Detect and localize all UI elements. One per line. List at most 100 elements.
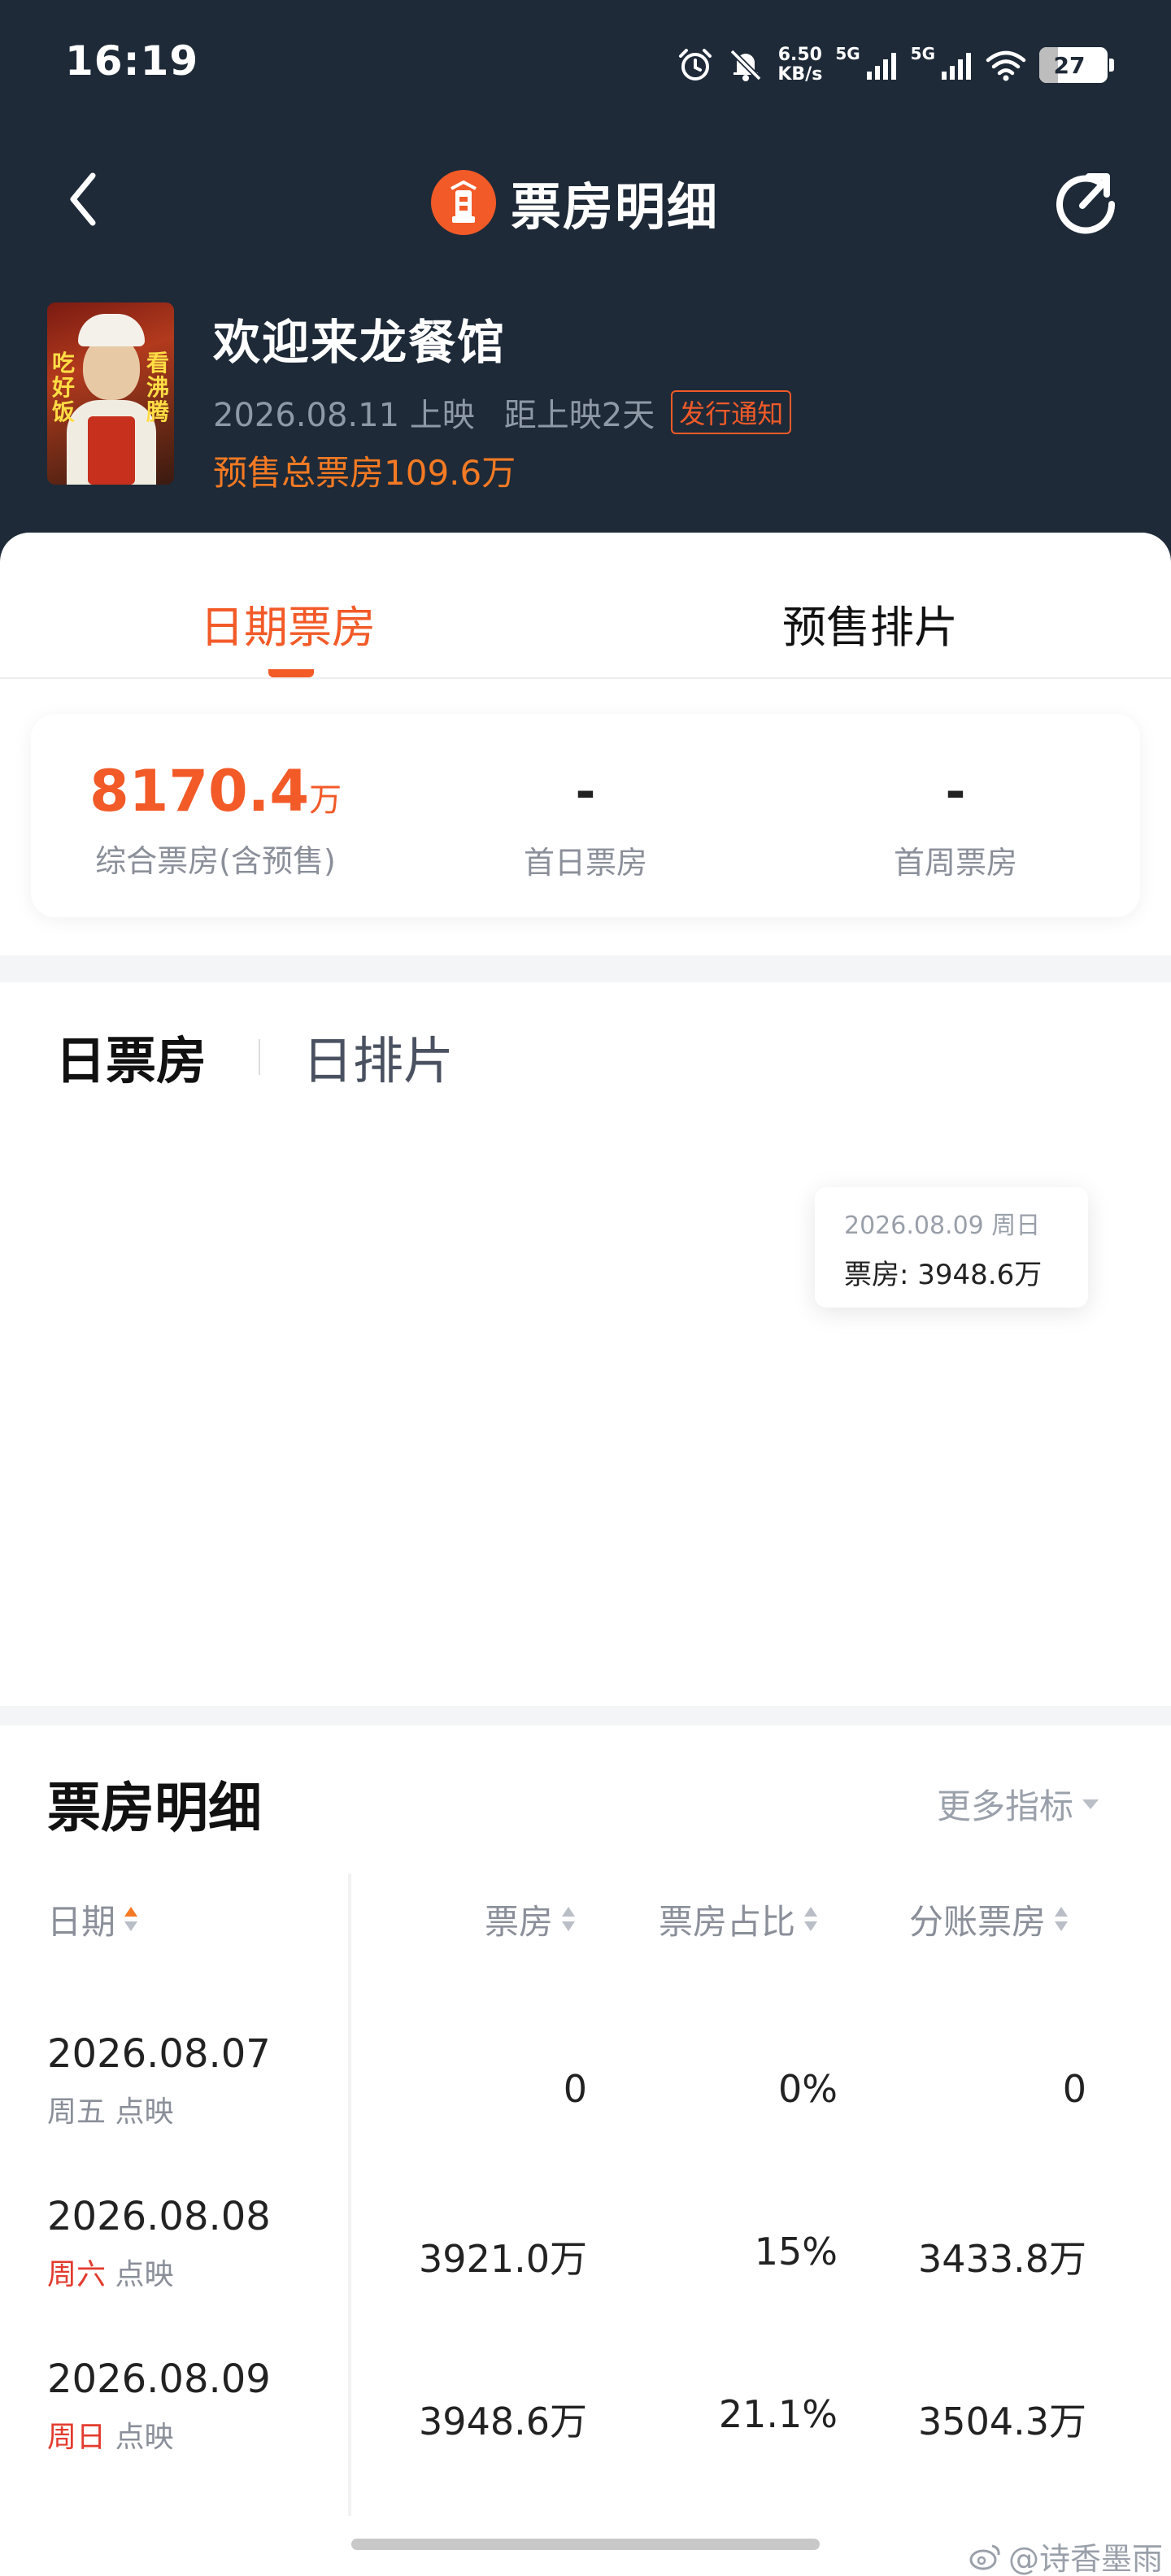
net-speed-unit: KB/s xyxy=(777,64,823,85)
net-speed-value: 6.50 xyxy=(777,45,822,65)
signal-icon xyxy=(940,49,973,81)
table-row[interactable]: 2026.08.07 周五 点映 0 0% 0 xyxy=(0,2031,1171,2194)
movie-poster[interactable]: 吃好饭 看沸腾 xyxy=(47,302,174,485)
app-logo-icon xyxy=(431,170,496,235)
row-split: 3433.8万 xyxy=(918,2237,1086,2281)
row-tag: 点映 xyxy=(115,2421,174,2454)
more-metrics-label: 更多指标 xyxy=(937,1786,1074,1826)
row-share: 0% xyxy=(778,2067,838,2111)
caret-down-icon xyxy=(1082,1799,1099,1809)
detail-card: 票房明细 更多指标 日期 票房 票房占比 分账票房 2026.08.07 周五 … xyxy=(0,1725,1171,2576)
poster-apron xyxy=(88,416,135,485)
sort-icon xyxy=(124,1904,138,1936)
release-date: 2026.08.11 上映 xyxy=(213,397,475,434)
row-box-office: 0 xyxy=(563,2067,587,2111)
total-box-office-value: 8170.4 xyxy=(89,758,310,825)
column-split-label: 分账票房 xyxy=(909,1902,1047,1942)
distribution-notice-badge[interactable]: 发行通知 xyxy=(671,390,792,434)
summary-first-day: - 首日票房 xyxy=(401,758,770,882)
poster-text-right: 看沸腾 xyxy=(146,350,170,425)
tab-daily-schedule[interactable]: 日排片 xyxy=(303,1020,454,1093)
sort-icon xyxy=(561,1904,576,1936)
weibo-icon xyxy=(969,2544,1000,2569)
total-box-office-unit: 万 xyxy=(309,781,342,819)
row-date: 2026.08.09 xyxy=(47,2356,271,2402)
first-day-label: 首日票房 xyxy=(523,845,647,881)
column-header-split[interactable]: 分账票房 xyxy=(909,1895,1069,1944)
row-box-office: 3921.0万 xyxy=(419,2237,587,2281)
mute-bell-icon xyxy=(727,46,764,84)
summary-total: 8170.4万 综合票房(含预售) xyxy=(31,758,400,881)
row-split: 0 xyxy=(1062,2067,1086,2111)
share-button[interactable] xyxy=(1049,166,1122,239)
first-week-label: 首周票房 xyxy=(893,845,1017,881)
home-indicator[interactable] xyxy=(351,2539,820,2550)
status-bar: 16:19 6.50 KB/s 5G 5G 27 xyxy=(0,0,1171,130)
daily-chart-card: 日票房 日排片 01000万2000万3000万4000万8.078.118.1… xyxy=(0,982,1171,1706)
column-header-share[interactable]: 票房占比 xyxy=(659,1895,818,1944)
page-title: 票房明细 xyxy=(511,177,720,237)
row-share: 15% xyxy=(754,2230,838,2274)
status-icons: 6.50 KB/s 5G 5G 27 xyxy=(677,41,1114,89)
total-box-office-label: 综合票房(含预售) xyxy=(95,843,336,879)
release-countdown: 距上映2天 xyxy=(503,397,655,434)
summary-card: 8170.4万 综合票房(含预售) - 首日票房 - 首周票房 xyxy=(31,714,1140,917)
more-metrics-button[interactable]: 更多指标 xyxy=(937,1779,1099,1829)
battery-tip xyxy=(1109,59,1114,72)
sort-icon xyxy=(1054,1904,1069,1936)
refresh-share-icon xyxy=(1056,173,1116,234)
row-weekday: 周五 xyxy=(47,2095,107,2129)
row-share: 21.1% xyxy=(718,2392,838,2436)
tab-daily-box-office[interactable]: 日票房 xyxy=(55,1020,207,1093)
column-date-label: 日期 xyxy=(47,1902,116,1942)
first-day-value: - xyxy=(575,764,596,820)
row-box-office: 3948.6万 xyxy=(419,2400,587,2443)
row-weekday-tag: 周日 点映 xyxy=(47,2413,173,2456)
row-tag: 点映 xyxy=(115,2095,174,2129)
movie-title: 欢迎来龙餐馆 xyxy=(213,315,507,370)
column-share-label: 票房占比 xyxy=(659,1902,796,1942)
first-week-value: - xyxy=(945,764,966,820)
table-row[interactable]: 2026.08.09 周日 点映 3948.6万 21.1% 3504.3万 xyxy=(0,2356,1171,2519)
column-box-office-label: 票房 xyxy=(485,1902,554,1942)
chart-tooltip: 2026.08.09 周日 票房: 3948.6万 xyxy=(815,1187,1088,1308)
poster-text-left: 吃好饭 xyxy=(52,350,76,425)
net-speed: 6.50 KB/s xyxy=(777,46,822,85)
battery-level: 27 xyxy=(1053,51,1086,79)
presale-total: 预售总票房109.6万 xyxy=(213,453,516,493)
row-date: 2026.08.07 xyxy=(47,2031,271,2077)
sort-icon xyxy=(803,1904,818,1936)
signal2-label: 5G xyxy=(910,44,935,63)
nav-title-group: 票房明细 xyxy=(431,166,719,239)
battery-icon: 27 xyxy=(1039,47,1114,83)
back-button[interactable] xyxy=(59,163,107,236)
column-header-box-office[interactable]: 票房 xyxy=(485,1895,576,1944)
summary-first-week: - 首周票房 xyxy=(771,758,1140,882)
tab-date-box-office[interactable]: 日期票房 xyxy=(200,591,376,655)
row-split: 3504.3万 xyxy=(918,2400,1086,2443)
wifi-icon xyxy=(986,49,1026,81)
signal1-label: 5G xyxy=(835,44,860,63)
poster-chef-hat xyxy=(78,314,145,346)
row-tag: 点映 xyxy=(115,2258,174,2291)
movie-meta: 2026.08.11 上映 距上映2天 发行通知 xyxy=(213,389,792,436)
row-weekday-tag: 周六 点映 xyxy=(47,2251,173,2293)
chevron-left-icon xyxy=(70,172,96,226)
chart-tab-separator xyxy=(259,1039,260,1075)
signal-icon xyxy=(865,49,898,81)
row-date: 2026.08.08 xyxy=(47,2194,271,2239)
tab-active-indicator xyxy=(268,669,314,677)
status-time: 16:19 xyxy=(65,37,199,85)
row-weekday: 周六 xyxy=(47,2258,107,2291)
alarm-icon xyxy=(677,46,714,84)
tooltip-date: 2026.08.09 周日 xyxy=(844,1212,1041,1240)
tab-presale-schedule[interactable]: 预售排片 xyxy=(782,591,958,655)
row-weekday: 周日 xyxy=(47,2421,107,2454)
tab-divider xyxy=(0,677,1171,679)
watermark-text: @诗香墨雨 xyxy=(1008,2541,1163,2576)
table-row[interactable]: 2026.08.08 周六 点映 3921.0万 15% 3433.8万 xyxy=(0,2194,1171,2356)
row-weekday-tag: 周五 点映 xyxy=(47,2088,173,2130)
tooltip-value: 票房: 3948.6万 xyxy=(844,1259,1043,1291)
column-header-date[interactable]: 日期 xyxy=(47,1895,138,1944)
watermark: @诗香墨雨 xyxy=(969,2534,1163,2576)
